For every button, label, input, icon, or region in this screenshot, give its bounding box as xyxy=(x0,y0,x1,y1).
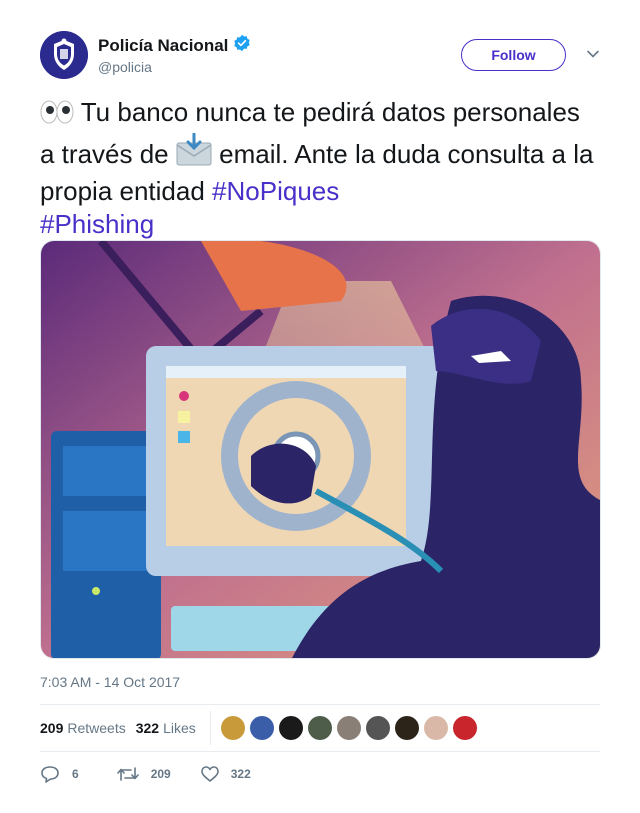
eyes-emoji-icon xyxy=(40,99,74,133)
tweet-header: Policía Nacional @policia Follow xyxy=(40,31,600,83)
police-badge-icon xyxy=(40,31,88,79)
display-name[interactable]: Policía Nacional xyxy=(98,36,228,56)
tweet-timestamp[interactable]: 7:03 AM - 14 Oct 2017 xyxy=(40,674,180,690)
reply-count: 6 xyxy=(72,767,79,781)
liker-avatar[interactable] xyxy=(249,716,274,740)
retweet-count: 209 xyxy=(150,767,171,781)
heart-icon xyxy=(200,766,219,782)
divider xyxy=(40,751,600,752)
tweet-actions: 6 209 322 xyxy=(40,760,271,788)
chevron-down-icon[interactable] xyxy=(586,47,600,61)
tweet-stats: 209 Retweets 322 Likes xyxy=(40,705,600,751)
like-count: 322 xyxy=(230,767,251,781)
handle[interactable]: @policia xyxy=(98,59,152,75)
liker-avatar[interactable] xyxy=(423,716,448,740)
liker-avatar[interactable] xyxy=(336,716,361,740)
envelope-with-arrow-icon xyxy=(176,132,212,175)
hacker-illustration xyxy=(41,241,600,658)
likes-count: 322 xyxy=(135,720,160,736)
follow-button[interactable]: Follow xyxy=(461,39,566,71)
avatar[interactable] xyxy=(40,31,88,79)
liker-avatar[interactable] xyxy=(278,716,303,740)
verified-badge-icon xyxy=(233,34,251,57)
retweet-icon xyxy=(116,767,139,781)
stats-separator xyxy=(209,711,211,745)
like-button[interactable]: 322 xyxy=(200,766,251,782)
retweet-button[interactable]: 209 xyxy=(116,766,171,782)
tweet-text: Tu banco nunca te pedirá datos personale… xyxy=(40,96,600,241)
tweet-image[interactable] xyxy=(40,240,601,659)
name-row: Policía Nacional xyxy=(98,34,251,57)
retweets-count: 209 xyxy=(40,720,64,736)
retweets-label: Retweets xyxy=(67,720,126,736)
reply-icon xyxy=(41,766,59,783)
retweets-stat[interactable]: 209 Retweets xyxy=(40,720,126,736)
liker-avatar[interactable] xyxy=(365,716,390,740)
likes-stat[interactable]: 322 Likes xyxy=(136,720,196,736)
hashtag-link-nopiques[interactable]: #NoPiques xyxy=(212,176,339,206)
liker-avatar[interactable] xyxy=(452,716,477,740)
liker-avatar[interactable] xyxy=(220,716,245,740)
liker-avatar[interactable] xyxy=(394,716,419,740)
liker-avatar[interactable] xyxy=(307,716,332,740)
reply-button[interactable]: 6 xyxy=(40,765,79,783)
likes-label: Likes xyxy=(163,720,196,736)
hashtag-link-phishing[interactable]: #Phishing xyxy=(40,209,154,239)
